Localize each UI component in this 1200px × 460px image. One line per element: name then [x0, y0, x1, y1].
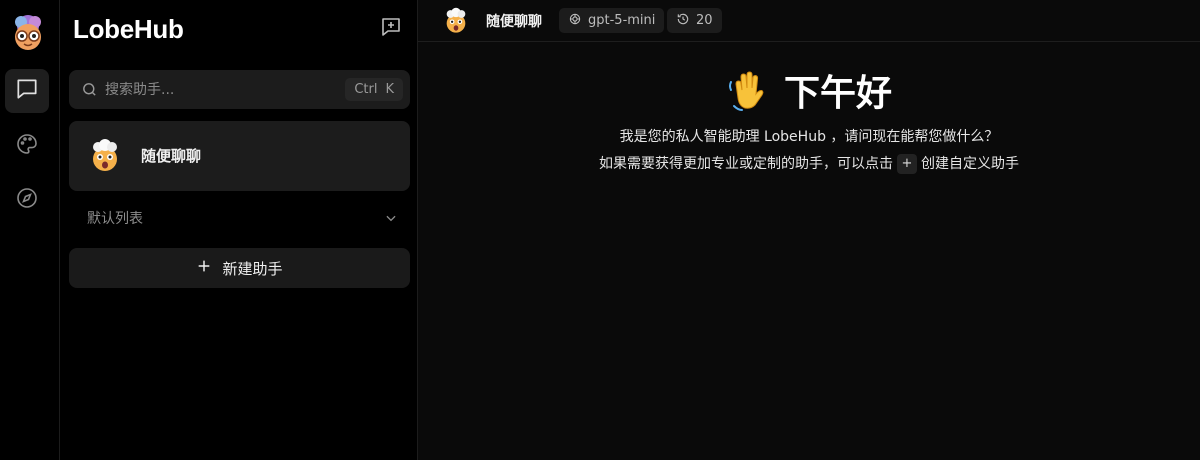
- new-topic-button[interactable]: [377, 15, 405, 43]
- user-avatar[interactable]: [7, 12, 49, 54]
- rail-explore-button[interactable]: [5, 178, 49, 222]
- history-icon: [676, 12, 690, 30]
- search-icon: [81, 81, 98, 102]
- shortcut-key: K: [385, 82, 394, 97]
- model-name: gpt-5-mini: [588, 13, 656, 28]
- search-shortcut: Ctrl K: [345, 78, 403, 101]
- palette-icon: [15, 132, 39, 160]
- model-selector[interactable]: gpt-5-mini: [559, 8, 665, 33]
- new-agent-button[interactable]: 新建助手: [69, 248, 410, 288]
- agent-avatar-icon: [87, 138, 123, 174]
- greeting-text: 下午好: [783, 73, 892, 114]
- chat-title: 随便聊聊: [486, 14, 542, 30]
- search-input[interactable]: [105, 70, 335, 109]
- agent-item[interactable]: 随便聊聊: [69, 121, 410, 191]
- welcome-line-1: 我是您的私人智能助理 LobeHub ，请问现在能帮您做什么？: [619, 129, 999, 145]
- welcome-line-2-suffix: 创建自定义助手: [921, 156, 1019, 172]
- welcome-line-2: 如果需要获得更加专业或定制的助手，可以点击 + 创建自定义助手: [418, 151, 1200, 178]
- chat-icon: [14, 76, 40, 106]
- group-default-header[interactable]: 默认列表: [69, 200, 410, 234]
- welcome-description: 我是您的私人智能助理 LobeHub ，请问现在能帮您做什么？ 如果需要获得更加…: [418, 124, 1200, 178]
- chevron-down-icon: [384, 210, 398, 229]
- shortcut-mod: Ctrl: [354, 82, 378, 97]
- compass-icon: [15, 186, 39, 214]
- brand-title: LobeHub: [73, 14, 184, 44]
- history-count-button[interactable]: 20: [667, 8, 722, 33]
- openai-icon: [568, 12, 582, 30]
- group-label: 默认列表: [87, 211, 143, 227]
- agent-avatar-icon[interactable]: [442, 7, 470, 35]
- welcome-line-2-prefix: 如果需要获得更加专业或定制的助手，可以点击: [599, 156, 893, 172]
- rail-chat-button[interactable]: [5, 69, 49, 113]
- agent-search[interactable]: Ctrl K: [69, 70, 410, 109]
- sidebar: LobeHub Ctrl K: [60, 0, 418, 460]
- chat-header: 随便聊聊 gpt-5-mini 20: [418, 0, 1200, 42]
- rail-discover-button[interactable]: [5, 124, 49, 168]
- waving-hand-icon: [726, 68, 770, 112]
- nav-rail: [0, 0, 60, 460]
- add-agent-chip[interactable]: +: [897, 154, 917, 174]
- welcome-heading: 下午好: [418, 64, 1200, 116]
- new-message-icon: [379, 15, 403, 43]
- history-count: 20: [696, 13, 713, 28]
- new-agent-label: 新建助手: [222, 259, 283, 278]
- agent-name: 随便聊聊: [141, 147, 202, 165]
- plus-icon: [196, 258, 212, 278]
- chat-main: 随便聊聊 gpt-5-mini 20 下午好 我是您的私人智能助理 LobeHu…: [418, 0, 1200, 460]
